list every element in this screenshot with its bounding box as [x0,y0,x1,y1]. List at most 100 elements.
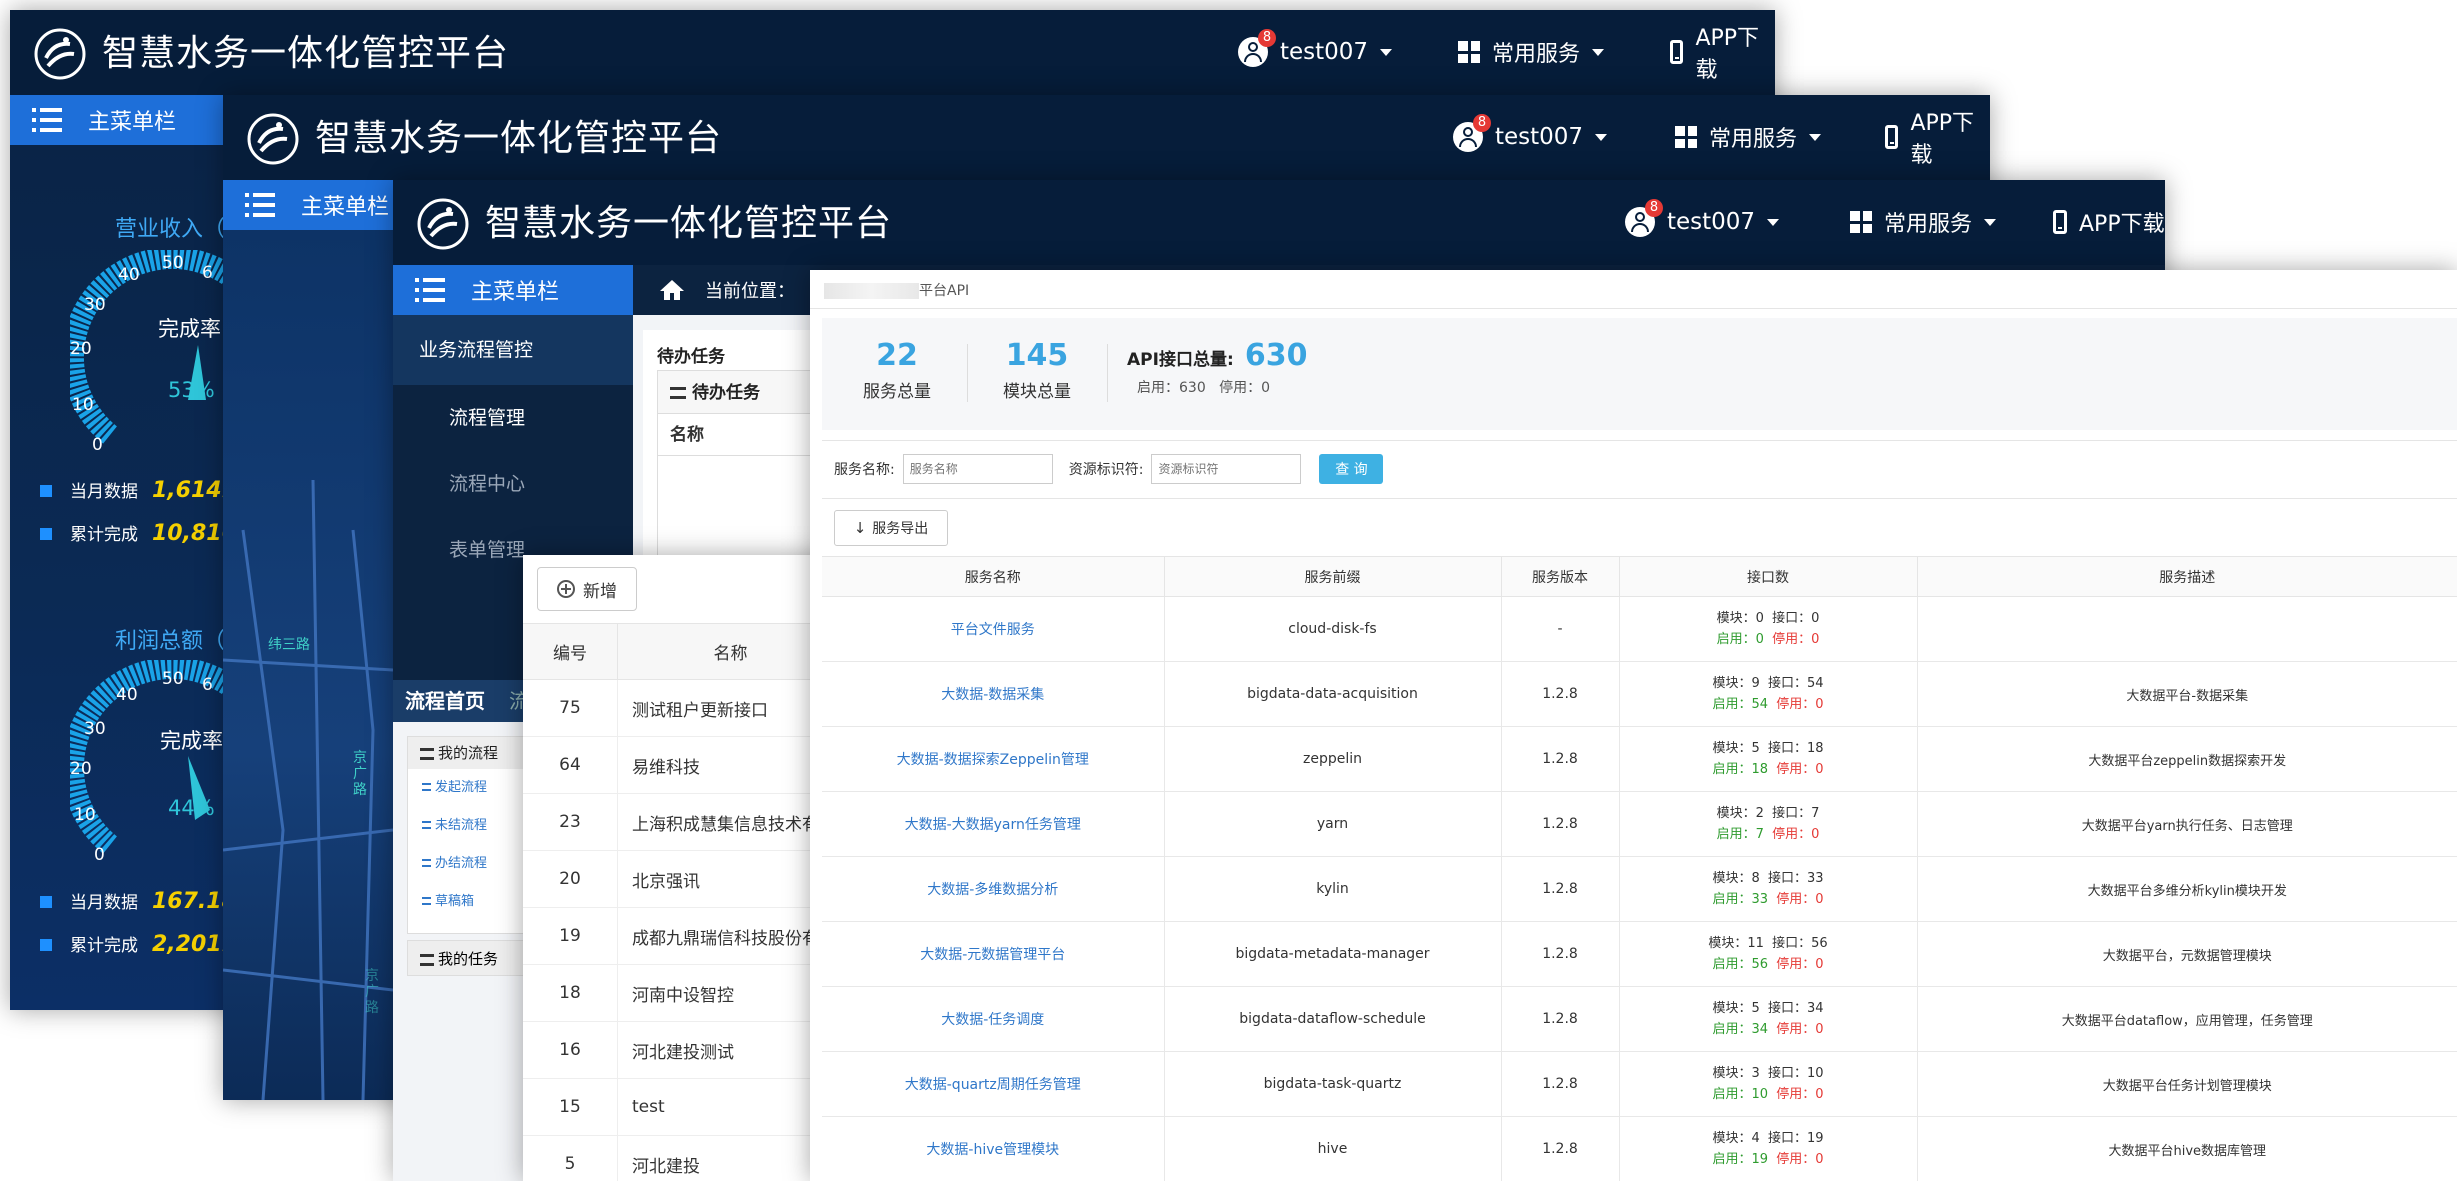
table-row[interactable]: 75 测试租户更新接口 [523,679,843,737]
user-menu[interactable]: 8 test007 [1625,199,1780,242]
enabled-count: 启用：33 停用：0 [1621,889,1916,910]
user-name: test007 [1495,124,1584,150]
enabled-value: 0 [1755,632,1764,647]
service-name-label: 服务名称: [834,462,895,478]
new-button[interactable]: 新增 [537,567,637,611]
interface-count: 模块：0 接口：0 启用：0 停用：0 [1619,596,1918,662]
revenue-gauge [70,250,240,444]
user-menu[interactable]: 8 test007 [1453,114,1608,157]
notification-badge: 8 [1645,199,1663,217]
col-no: 编号 [523,623,618,680]
col-service-desc: 服务描述 [2159,569,2216,586]
map-area[interactable]: 纬三路 京广路 京广路 [223,230,393,1100]
service-version: 1.2.8 [1501,986,1620,1052]
menu-icon [32,108,62,132]
service-version: 1.2.8 [1501,1051,1620,1117]
resource-id-input[interactable] [1151,454,1302,484]
service-name-link[interactable]: 大数据-元数据管理平台 [920,947,1065,963]
service-desc: 大数据平台dataflow，应用管理，任务管理 [2061,1013,2313,1029]
service-name-link[interactable]: 大数据-数据采集 [941,687,1044,703]
enabled-label: 启用： [1712,1022,1752,1037]
table-row[interactable]: 15 test [523,1078,843,1136]
app-download-link[interactable]: APP下载 [2053,202,2165,242]
common-services-menu[interactable]: 常用服务 [1850,202,1997,242]
table-row[interactable]: 19 成都九鼎瑞信科技股份有 [523,907,843,965]
map-label-road: 京广路 [365,968,379,1016]
service-version: 1.2.8 [1501,856,1620,922]
enabled-label: 启用： [1712,1087,1752,1102]
service-name-link[interactable]: 大数据-多维数据分析 [927,882,1058,898]
common-services-menu[interactable]: 常用服务 [1675,117,1822,157]
chevron-down-icon [1984,218,1997,226]
service-name-link[interactable]: 大数据-大数据yarn任务管理 [905,817,1081,833]
top-bar: 智慧水务一体化管控平台 8 test007 常用服务 APP下载 [10,10,1775,95]
plus-circle-icon [557,580,575,598]
revenue-stats: 当月数据 1,614. 累计完成 10,816 [40,470,237,556]
divider [822,498,2457,499]
service-prefix: yarn [1164,791,1502,857]
service-prefix: bigdata-task-quartz [1164,1051,1502,1117]
disabled-label: 停用： [1776,1152,1816,1167]
app-download-link[interactable]: APP下载 [1670,26,1775,83]
disabled-value: 0 [1815,1087,1824,1102]
table-row: 大数据-任务调度 bigdata-dataflow-schedule 1.2.8 模块… [822,986,2457,1052]
service-desc [1917,597,2457,662]
table-row[interactable]: 5 河北建投 [523,1135,843,1181]
interface-count: 模块：11 接口：56 启用：56 停用：0 [1619,921,1918,987]
service-desc: 大数据平台hive数据库管理 [2108,1143,2267,1159]
phone-icon [1885,125,1899,149]
service-name-link[interactable]: 大数据-任务调度 [941,1012,1044,1028]
common-services-menu[interactable]: 常用服务 [1458,32,1605,72]
export-button[interactable]: ↓ 服务导出 [834,510,948,546]
main-menu-toggle[interactable]: 主菜单栏 [10,95,250,145]
table-row: 大数据-大数据yarn任务管理 yarn 1.2.8 模块：2 接口：7 启用：7 停用… [822,791,2457,857]
profit-rate-value: 44% [168,796,215,820]
sidebar-item-flow-manage[interactable]: 流程管理 [393,385,633,451]
enabled-count: 启用：19 停用：0 [1621,1149,1916,1170]
chevron-down-icon [1595,133,1608,141]
table-row[interactable]: 64 易维科技 [523,736,843,794]
service-name-link[interactable]: 大数据-hive管理模块 [926,1142,1059,1158]
table-row[interactable]: 16 河北建投测试 [523,1021,843,1079]
service-prefix: bigdata-data-acquisition [1164,661,1502,727]
disabled-label: 停用： [1772,632,1812,647]
user-menu[interactable]: 8 test007 [1238,29,1393,72]
app-download-link[interactable]: APP下载 [1885,111,1990,168]
revenue-title: 营业收入（ [115,217,226,242]
service-prefix: kylin [1164,856,1502,922]
enabled-value: 18 [1751,762,1768,777]
service-name-link[interactable]: 平台文件服务 [951,622,1035,638]
chevron-down-icon [1809,133,1822,141]
home-icon[interactable] [659,278,685,302]
phone-icon [1670,40,1684,64]
disabled-label: 停用： [1776,697,1816,712]
table-row[interactable]: 23 上海积成慧集信息技术有 [523,793,843,851]
platform-title: 智慧水务一体化管控平台 [315,118,723,159]
enabled-label: 启用： [1712,1152,1752,1167]
sidebar-item-flow-center[interactable]: 流程中心 [393,451,633,517]
module-count: 模块：2 接口：7 [1716,806,1820,821]
query-button[interactable]: 查 询 [1319,454,1384,484]
table-row: 大数据-数据采集 bigdata-data-acquisition 1.2.8 模块：… [822,661,2457,727]
service-version: 1.2.8 [1501,1116,1620,1181]
main-menu-toggle[interactable]: 主菜单栏 [393,265,633,315]
service-table: 服务名称 服务前缀 服务版本 接口数 服务描述 平台文件服务 cloud-disk… [822,556,2457,1181]
service-name-input[interactable] [902,454,1053,484]
sidebar-item-workflow-control[interactable]: 业务流程管控 [393,315,633,385]
table-row[interactable]: 20 北京强讯 [523,850,843,908]
revenue-rate-label: 完成率 [158,317,221,341]
service-desc: 大数据平台多维分析kylin模块开发 [2087,883,2287,899]
disabled-value: 0 [1815,957,1824,972]
arrow-down-icon: ↓ [853,519,867,537]
table-row: 大数据-多维数据分析 kylin 1.2.8 模块：8 接口：33 启用：33 停用：0… [822,856,2457,922]
enabled-label: 启用： [1712,762,1752,777]
main-menu-label: 主菜单栏 [301,195,390,220]
service-name-link[interactable]: 大数据-quartz周期任务管理 [905,1077,1081,1093]
platform-title: 智慧水务一体化管控平台 [102,33,510,74]
table-row[interactable]: 18 河南中设智控 [523,964,843,1022]
disabled-label: 停用： [1776,1022,1816,1037]
stats-panel: 22 服务总量 145 模块总量 API接口总量: 630 启用：630 停用：… [822,318,2457,430]
service-name-link[interactable]: 大数据-数据探索Zeppelin管理 [897,752,1089,768]
module-count: 模块：5 接口：34 [1712,1001,1824,1016]
col-service-prefix: 服务前缀 [1164,556,1502,597]
